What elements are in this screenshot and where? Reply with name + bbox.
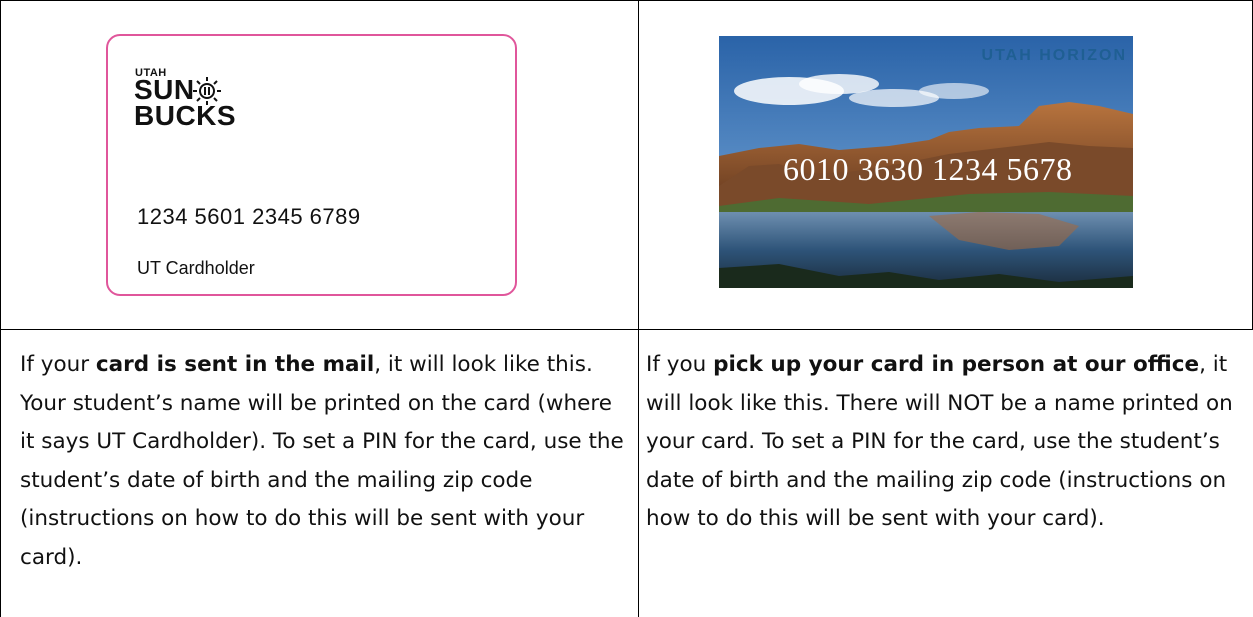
office-text-body: , it will look like this. There will NOT… [646, 352, 1233, 532]
mail-card-description: If your card is sent in the mail, it wil… [20, 346, 630, 578]
utah-horizon-brand: UTAH HORIZON [981, 47, 1127, 64]
utah-horizon-card-image: UTAH HORIZON 6010 3630 1234 5678 [719, 36, 1133, 288]
sun-bucks-card-number: 1234 5601 2345 6789 [137, 204, 361, 229]
office-text-emphasis: pick up your card in person at our offic… [713, 352, 1200, 377]
office-card-description: If you pick up your card in person at ou… [646, 346, 1246, 539]
utah-horizon-card-number: 6010 3630 1234 5678 [783, 151, 1073, 187]
mail-text-emphasis: card is sent in the mail [95, 352, 375, 377]
table-row-divider [0, 329, 1253, 330]
mail-text-intro: If your [20, 352, 96, 377]
table-border-left [0, 0, 1, 617]
mail-text-body: , it will look like this. Your student’s… [20, 352, 624, 570]
table-border-middle [638, 0, 639, 617]
table-border-top [0, 0, 1253, 1]
sun-bucks-logo-bucks: BUCKS [134, 100, 237, 131]
sun-bucks-cardholder: UT Cardholder [137, 258, 255, 278]
sun-bucks-card-image: UTAH SUN BUCKS 1234 5601 2345 6789 UT Ca… [106, 34, 517, 296]
office-text-intro: If you [646, 352, 714, 377]
